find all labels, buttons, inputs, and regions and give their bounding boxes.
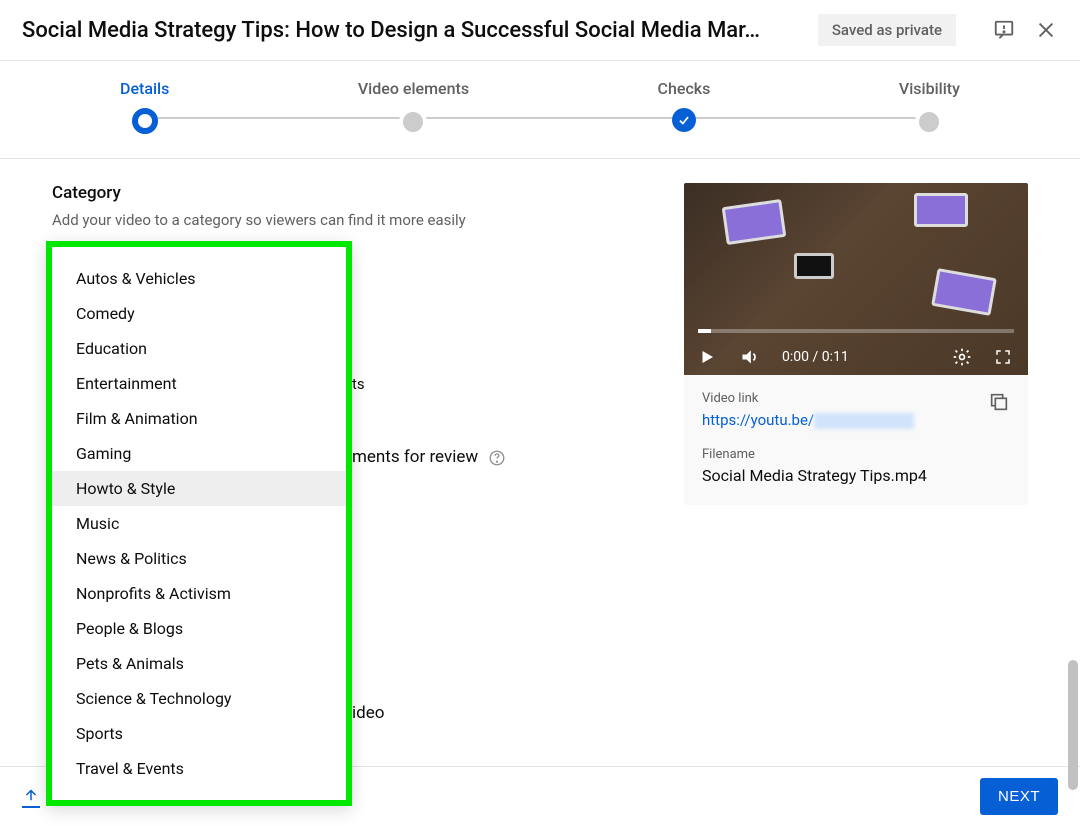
decor	[794, 253, 834, 279]
link-redacted	[814, 413, 914, 429]
help-icon[interactable]	[488, 449, 506, 467]
category-option[interactable]: Film & Animation	[52, 401, 346, 436]
stepper-line	[150, 117, 930, 119]
step-dot-done	[672, 108, 696, 132]
stepper: Details Video elements Checks Visibility	[0, 61, 1080, 159]
category-option[interactable]: Nonprofits & Activism	[52, 576, 346, 611]
step-dot	[399, 108, 427, 136]
obscured-text: ments for review	[352, 447, 478, 467]
video-link-label: Video link	[702, 391, 914, 406]
page-title: Social Media Strategy Tips: How to Desig…	[22, 18, 798, 43]
category-option[interactable]: Howto & Style	[52, 471, 346, 506]
category-dropdown[interactable]: Autos & Vehicles Comedy Education Entert…	[46, 241, 352, 806]
step-visibility[interactable]: Visibility	[899, 79, 960, 136]
category-option[interactable]: Science & Technology	[52, 681, 346, 716]
fullscreen-icon[interactable]	[994, 347, 1014, 367]
decor	[931, 268, 997, 316]
obscured-text: ts	[352, 375, 365, 393]
step-label: Video elements	[358, 79, 469, 98]
step-dot	[915, 108, 943, 136]
play-icon[interactable]	[698, 347, 718, 367]
video-time: 0:00 / 0:11	[782, 349, 849, 365]
category-option[interactable]: Autos & Vehicles	[52, 261, 346, 296]
video-link[interactable]: https://youtu.be/	[702, 411, 914, 429]
category-title: Category	[52, 183, 664, 203]
feedback-icon[interactable]	[992, 18, 1016, 42]
category-option[interactable]: Gaming	[52, 436, 346, 471]
category-option[interactable]: Comedy	[52, 296, 346, 331]
category-option[interactable]: Sports	[52, 716, 346, 751]
step-checks[interactable]: Checks	[658, 79, 711, 132]
category-option[interactable]: Music	[52, 506, 346, 541]
step-label: Checks	[658, 79, 711, 98]
close-icon[interactable]	[1034, 18, 1058, 42]
category-option[interactable]: Travel & Events	[52, 751, 346, 786]
save-status-badge: Saved as private	[818, 14, 956, 46]
volume-icon[interactable]	[740, 347, 760, 367]
filename-label: Filename	[702, 447, 1010, 462]
copy-icon[interactable]	[988, 391, 1010, 413]
video-progress-bar[interactable]	[698, 329, 1014, 333]
decor	[722, 199, 787, 245]
next-button[interactable]: NEXT	[980, 778, 1058, 815]
filename-value: Social Media Strategy Tips.mp4	[702, 466, 1010, 485]
settings-icon[interactable]	[952, 347, 972, 367]
category-option[interactable]: Pets & Animals	[52, 646, 346, 681]
category-option[interactable]: Entertainment	[52, 366, 346, 401]
scrollbar-thumb[interactable]	[1068, 660, 1078, 790]
step-video-elements[interactable]: Video elements	[358, 79, 469, 136]
video-preview-card: 0:00 / 0:11 Video link https://youtu.be/	[684, 183, 1028, 505]
obscured-text: ideo	[352, 703, 384, 723]
category-description: Add your video to a category so viewers …	[52, 211, 664, 229]
step-label: Visibility	[899, 79, 960, 98]
decor	[914, 193, 968, 227]
video-progress-fill	[698, 329, 711, 333]
category-option[interactable]: News & Politics	[52, 541, 346, 576]
category-option[interactable]: Education	[52, 331, 346, 366]
video-thumbnail[interactable]: 0:00 / 0:11	[684, 183, 1028, 375]
category-option[interactable]: People & Blogs	[52, 611, 346, 646]
upload-status-icon[interactable]	[22, 786, 40, 808]
step-dot	[132, 108, 158, 134]
step-details[interactable]: Details	[120, 79, 169, 134]
step-label: Details	[120, 79, 169, 98]
